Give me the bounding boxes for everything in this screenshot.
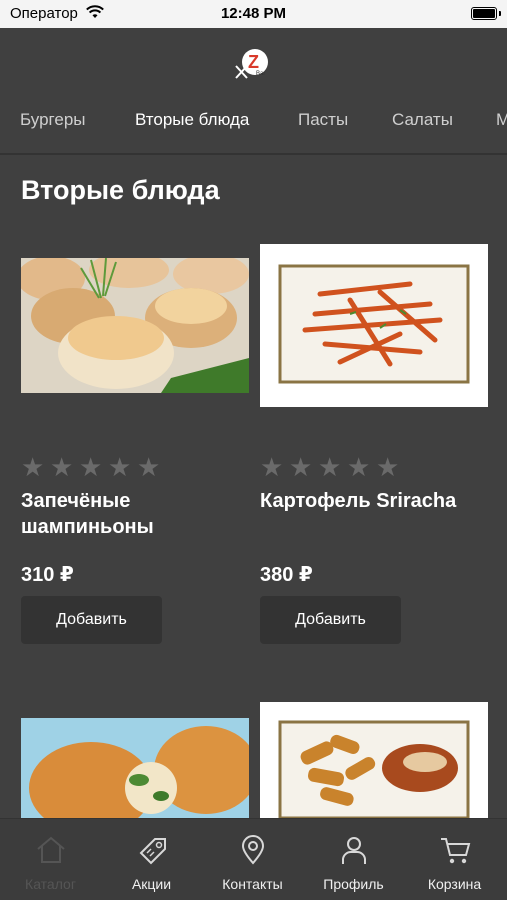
star-icon[interactable]: ★ [260, 454, 284, 480]
status-bar: Оператор 12:48 PM [0, 0, 507, 28]
star-icon[interactable]: ★ [108, 454, 132, 480]
svg-text:Z: Z [248, 52, 259, 72]
tabbar-contacts[interactable]: Контакты [202, 819, 303, 900]
clock: 12:48 PM [220, 5, 287, 22]
tabbar-label: Акции [131, 876, 172, 892]
bottom-tab-bar: Каталог Акции Контакты Профиль Корзина [0, 818, 507, 900]
svg-text:Bar: Bar [256, 71, 265, 77]
add-to-cart-button[interactable]: Добавить [21, 596, 162, 644]
location-pin-icon [241, 835, 265, 865]
tabbar-catalog[interactable]: Каталог [0, 819, 101, 900]
product-card[interactable]: ★ ★ ★ ★ ★ Картофель Sriracha 380 ₽ Добавить [260, 244, 488, 646]
tabbar-label: Корзина [427, 876, 482, 892]
product-image[interactable] [21, 718, 249, 818]
tab-burgers[interactable]: Бургеры [20, 110, 86, 130]
product-card[interactable] [21, 718, 249, 818]
product-card[interactable] [260, 702, 488, 818]
product-card[interactable]: ★ ★ ★ ★ ★ Запечёные шампиньоны 310 ₽ Добавит… [21, 244, 249, 646]
tabbar-cart[interactable]: Корзина [404, 819, 505, 900]
tab-main-courses[interactable]: Вторые блюда [135, 110, 249, 130]
rating-stars[interactable]: ★ ★ ★ ★ ★ [21, 454, 166, 481]
star-icon[interactable]: ★ [79, 454, 103, 480]
star-icon[interactable]: ★ [137, 454, 161, 480]
cart-icon [441, 838, 471, 864]
product-price: 310 ₽ [21, 564, 74, 586]
page-title: Вторые блюда [21, 175, 220, 205]
star-icon[interactable]: ★ [376, 454, 400, 480]
tab-pastas[interactable]: Пасты [298, 110, 348, 130]
product-image[interactable] [21, 258, 249, 393]
person-icon [342, 837, 366, 864]
tabbar-promotions[interactable]: Акции [101, 819, 202, 900]
add-to-cart-button[interactable]: Добавить [260, 596, 401, 644]
product-image[interactable] [260, 244, 488, 407]
tabbar-profile[interactable]: Профиль [303, 819, 404, 900]
tabbar-label: Каталог [25, 876, 76, 892]
product-name: Картофель Sriracha [260, 490, 457, 512]
product-price: 380 ₽ [260, 564, 313, 586]
category-tabs: Бургеры Вторые блюда Пасты Салаты М [0, 110, 507, 140]
star-icon[interactable]: ★ [318, 454, 342, 480]
tab-next-category[interactable]: М [496, 110, 507, 130]
tabbar-label: Контакты [222, 876, 283, 892]
product-image[interactable] [260, 702, 488, 818]
product-name: Запечёные шампиньоны [21, 490, 154, 538]
tag-icon [139, 838, 166, 865]
star-icon[interactable]: ★ [50, 454, 74, 480]
tabbar-label: Профиль [323, 876, 384, 892]
header: Z Bar Бургеры Вторые блюда Пасты Салаты … [0, 28, 507, 155]
star-icon[interactable]: ★ [347, 454, 371, 480]
logo: Z Bar [235, 49, 268, 79]
tab-salads[interactable]: Салаты [392, 110, 453, 130]
home-icon [37, 836, 65, 863]
battery-icon [471, 7, 501, 20]
star-icon[interactable]: ★ [21, 454, 45, 480]
rating-stars[interactable]: ★ ★ ★ ★ ★ [260, 454, 405, 481]
star-icon[interactable]: ★ [289, 454, 313, 480]
